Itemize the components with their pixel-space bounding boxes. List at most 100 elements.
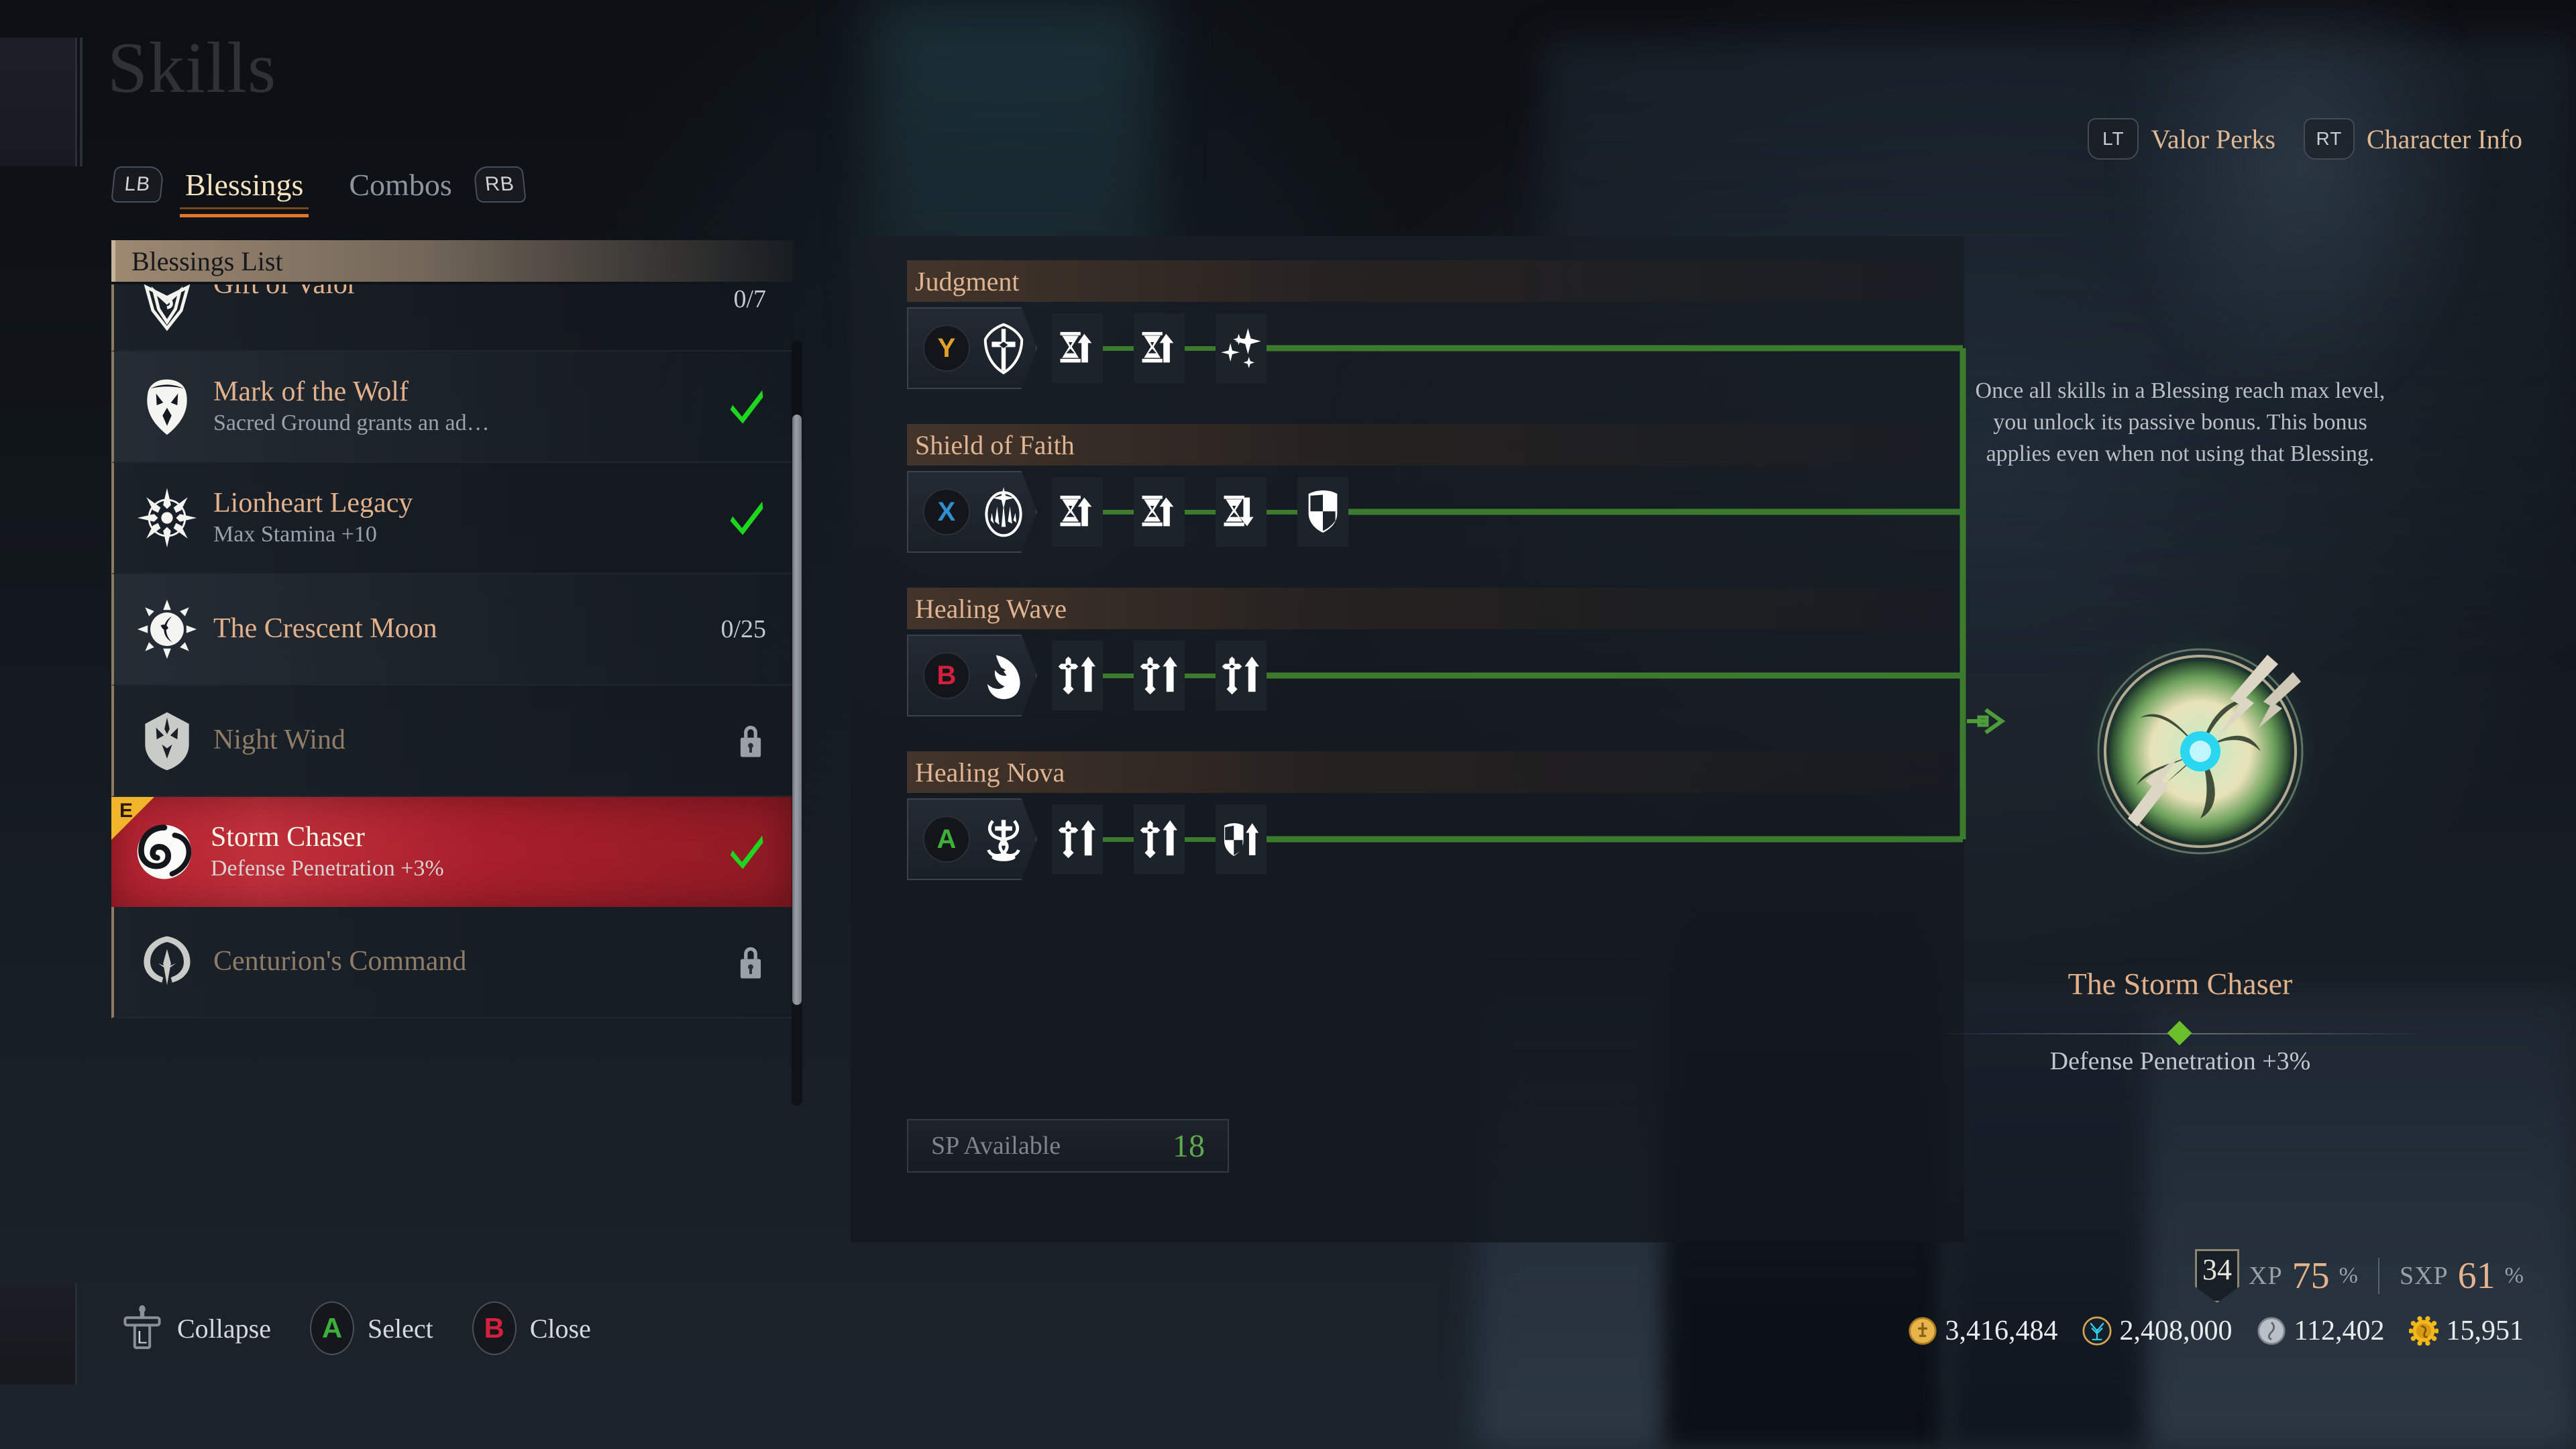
moth-crest-icon xyxy=(131,705,203,776)
tab-combos-label: Combos xyxy=(349,167,452,202)
hint-close[interactable]: B Close xyxy=(472,1301,591,1355)
gamepad-button-x: X xyxy=(923,488,970,535)
sidebar-header: Blessings List xyxy=(111,240,793,282)
skill-node-hourglass-up[interactable] xyxy=(1134,313,1185,383)
laurel-crest-icon xyxy=(131,926,203,998)
skill-node-cross-up[interactable] xyxy=(1052,804,1103,874)
blessing-subtitle: Sacred Ground grants an ad… xyxy=(213,410,490,435)
skill-group-healing-nova: Healing Nova A xyxy=(907,751,1953,880)
tab-blessings-label: Blessings xyxy=(185,167,304,202)
skill-connector xyxy=(1103,345,1134,351)
chevron-crest-icon xyxy=(131,284,203,341)
header-nav-hints: LT Valor Perks RT Character Info xyxy=(2088,118,2522,160)
blessing-name: Gift of Valor xyxy=(213,284,357,300)
currency-row: 3,416,484 2,408,000 112,402 15,951 xyxy=(1893,1315,2524,1347)
storm-emblem-icon xyxy=(2073,624,2328,879)
currency-gold-coin: 3,416,484 xyxy=(1908,1315,2058,1347)
blessing-progress: 0/7 xyxy=(733,285,766,313)
skill-group-title: Judgment xyxy=(907,260,1953,302)
skill-node-hourglass-up[interactable] xyxy=(1134,477,1185,547)
skill-group-title: Shield of Faith xyxy=(907,424,1953,466)
skill-connector xyxy=(1185,837,1216,842)
left-stick-icon: L xyxy=(121,1305,164,1352)
skill-node-hourglass-up[interactable] xyxy=(1052,477,1103,547)
sidebar-scrollbar-thumb[interactable] xyxy=(792,415,802,1005)
skill-node-cross-up[interactable] xyxy=(1134,641,1185,710)
blessing-row-gift-of-valor[interactable]: Gift of Valor 0/7 xyxy=(111,284,793,352)
page-title: Skills xyxy=(107,28,277,108)
blessings-sidebar: Blessings List Gift of Valor 0/7 Mark of t… xyxy=(111,240,802,1206)
nav-character-info[interactable]: RT Character Info xyxy=(2303,118,2522,160)
blessing-row-night-wind[interactable]: Night Wind xyxy=(111,686,793,797)
hint-select[interactable]: A Select xyxy=(309,1301,433,1355)
nav-valor-perks[interactable]: LT Valor Perks xyxy=(2088,118,2275,160)
hint-label: Close xyxy=(529,1313,591,1344)
blessings-list[interactable]: Gift of Valor 0/7 Mark of the Wolf Sacred G… xyxy=(111,284,793,1170)
skill-node-cross-up[interactable] xyxy=(1216,641,1267,710)
blessing-name: Centurion's Command xyxy=(213,946,467,977)
blessing-row-centurion-s-command[interactable]: Centurion's Command xyxy=(111,907,793,1018)
sidebar-scrollbar-track[interactable] xyxy=(792,341,802,1106)
skill-base-node[interactable]: A xyxy=(907,798,1037,880)
skill-node-shield-quarter[interactable] xyxy=(1297,477,1348,547)
sxp-unit: % xyxy=(2504,1263,2524,1288)
skill-base-node[interactable]: X xyxy=(907,471,1037,553)
crescent-sun-icon xyxy=(131,594,203,665)
tab-blessings[interactable]: Blessings xyxy=(162,167,326,217)
silver-coin-icon xyxy=(2257,1316,2286,1346)
stats-separator xyxy=(2377,1258,2379,1294)
tab-combos[interactable]: Combos xyxy=(326,167,474,203)
detail-blessing-effect: Defense Penetration +3% xyxy=(2049,1047,2311,1075)
skill-node-sparkles[interactable] xyxy=(1216,313,1267,383)
sxp-label: SXP xyxy=(2399,1262,2449,1290)
blessing-row-the-crescent-moon[interactable]: The Crescent Moon 0/25 xyxy=(111,574,793,686)
skill-node-shield-up[interactable] xyxy=(1216,804,1267,874)
gamepad-button-y: Y xyxy=(923,325,970,372)
check-icon xyxy=(727,387,766,426)
blessing-name: The Crescent Moon xyxy=(213,613,437,645)
skill-tree-panel: Judgment Y Shield of Faith X Healing Wave B He… xyxy=(851,236,1966,1242)
skill-group-healing-wave: Healing Wave B xyxy=(907,588,1953,716)
sxp-value: 61 xyxy=(2457,1255,2496,1297)
hint-label: Collapse xyxy=(177,1313,271,1344)
skill-connector xyxy=(1103,509,1134,515)
blessing-row-mark-of-the-wolf[interactable]: Mark of the Wolf Sacred Ground grants an … xyxy=(111,352,793,463)
currency-value: 2,408,000 xyxy=(2119,1316,2233,1346)
skill-node-hourglass-down[interactable] xyxy=(1216,477,1267,547)
rt-trigger-badge: RT xyxy=(2303,118,2355,160)
hint-collapse[interactable]: L Collapse xyxy=(121,1305,271,1352)
skill-base-node[interactable]: Y xyxy=(907,307,1037,389)
sunburst-icon xyxy=(131,482,203,553)
skill-connector xyxy=(1103,673,1134,678)
currency-silver-coin: 112,402 xyxy=(2257,1315,2385,1347)
skill-base-node[interactable]: B xyxy=(907,635,1037,716)
skill-group-title: Healing Wave xyxy=(907,588,1953,629)
nav-character-info-label: Character Info xyxy=(2366,123,2522,154)
skill-group-shield-of-faith: Shield of Faith X xyxy=(907,424,1953,553)
gold-coin-icon xyxy=(1908,1316,1937,1346)
gamepad-button-a: A xyxy=(923,816,970,863)
passive-bonus-note: Once all skills in a Blessing reach max … xyxy=(1975,378,2385,466)
tab-bar: LB Blessings Combos RB xyxy=(111,166,527,217)
blessing-name: Lionheart Legacy xyxy=(213,488,413,519)
blessing-row-storm-chaser[interactable]: E Storm Chaser Defense Penetration +3% xyxy=(111,797,793,907)
gamepad-button-a: A xyxy=(309,1301,354,1355)
svg-text:L: L xyxy=(137,1327,147,1348)
detail-divider-gem xyxy=(2167,1020,2192,1046)
tab-active-underline xyxy=(180,207,309,217)
skill-group-judgment: Judgment Y xyxy=(907,260,1953,389)
skill-connector xyxy=(1103,837,1134,842)
tree-token-icon xyxy=(2082,1316,2112,1346)
top-left-panel xyxy=(0,38,83,166)
lock-icon xyxy=(735,943,766,981)
blessing-name: Storm Chaser xyxy=(211,822,365,853)
skill-node-cross-up[interactable] xyxy=(1052,641,1103,710)
skill-connector xyxy=(1185,345,1216,351)
lb-bumper-badge: LB xyxy=(111,166,164,203)
cross-shield-icon xyxy=(977,321,1030,375)
skill-node-cross-up[interactable] xyxy=(1134,804,1185,874)
blessing-row-lionheart-legacy[interactable]: Lionheart Legacy Max Stamina +10 xyxy=(111,463,793,574)
level-badge: 34 xyxy=(2195,1249,2240,1303)
skill-node-hourglass-up[interactable] xyxy=(1052,313,1103,383)
hint-label: Select xyxy=(367,1313,433,1344)
